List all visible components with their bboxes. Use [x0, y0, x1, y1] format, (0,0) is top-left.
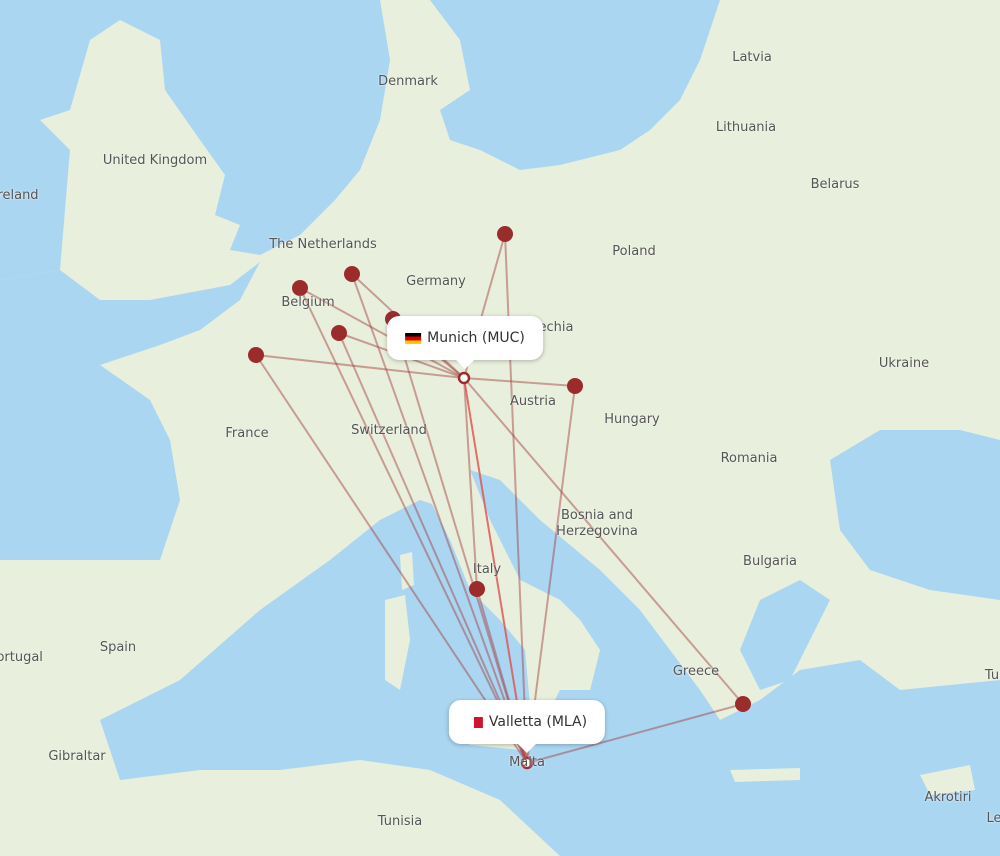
country-label: Germany [406, 274, 466, 289]
english-channel [0, 262, 260, 560]
country-label: Austria [510, 394, 556, 409]
airport-dot[interactable] [344, 266, 360, 282]
origin-callout[interactable]: Munich (MUC) [387, 316, 543, 369]
country-label: United Kingdom [102, 153, 208, 168]
country-label: Spain [99, 640, 137, 655]
country-label: The Netherlands [269, 237, 377, 252]
germany-flag-icon [405, 332, 422, 344]
country-label: Poland [612, 244, 656, 259]
airport-dot[interactable] [292, 280, 308, 296]
country-label: Switzerland [351, 423, 427, 438]
country-label: Portugal [0, 650, 43, 665]
country-label: Latvia [732, 50, 772, 65]
black-sea [830, 430, 1000, 600]
country-label: Bulgaria [743, 554, 797, 569]
airport-dot[interactable] [469, 581, 485, 597]
country-label: Belarus [810, 177, 860, 192]
airport-dot[interactable] [735, 696, 751, 712]
airport-dot[interactable] [331, 325, 347, 341]
country-label: Gibraltar [48, 749, 106, 764]
route-line [463, 377, 576, 387]
country-label: Tu [984, 668, 1000, 683]
country-label: Lithuania [715, 120, 777, 135]
baltic-sea [430, 0, 720, 170]
corsica [400, 552, 414, 590]
crete [730, 768, 800, 782]
country-label: Belgium [281, 295, 335, 310]
country-label: Hungary [604, 412, 660, 427]
malta-flag-icon [466, 716, 483, 728]
country-label: Romania [720, 451, 778, 466]
country-label: Greece [672, 664, 720, 679]
destination-label: Valletta (MLA) [488, 714, 588, 730]
origin-marker[interactable] [457, 371, 471, 385]
destination-callout[interactable]: Valletta (MLA) [448, 700, 606, 753]
country-label: Malta [509, 755, 545, 770]
country-label: Italy [472, 562, 502, 577]
airport-dot[interactable] [497, 226, 513, 242]
country-label: Ukraine [878, 356, 930, 371]
airport-dot[interactable] [248, 347, 264, 363]
country-label: Bosnia and Herzegovina [556, 508, 638, 539]
country-label: Le [986, 811, 1000, 826]
country-label: reland [0, 188, 39, 203]
country-label: Tunisia [377, 814, 423, 829]
origin-label: Munich (MUC) [427, 330, 525, 346]
airport-dot[interactable] [567, 378, 583, 394]
country-label: Akrotiri [924, 790, 972, 805]
country-label: France [225, 426, 269, 441]
country-label: Denmark [378, 74, 438, 89]
